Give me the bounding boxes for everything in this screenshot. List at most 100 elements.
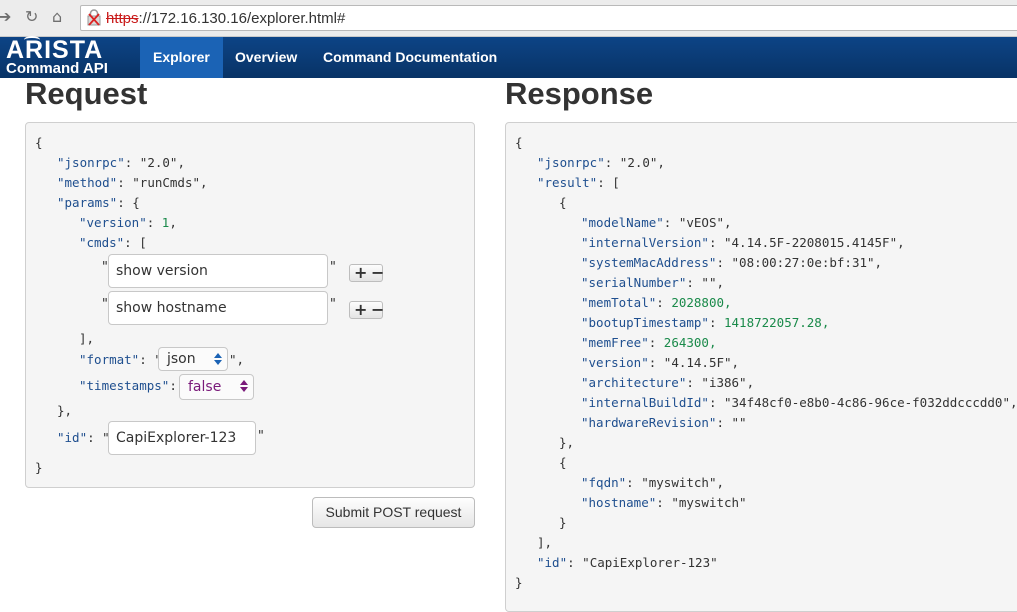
response-value: "myswitch": [671, 495, 747, 510]
req-params-key: "params": [57, 195, 118, 210]
response-value: "08:00:27:0e:bf:31",: [731, 255, 883, 270]
response-value: 1418722057.28,: [724, 315, 830, 330]
url-host-path: ://172.16.130.16/explorer.html#: [138, 10, 346, 27]
req-version-line: "version": 1,: [79, 215, 177, 230]
response-line: "memFree": 264300,: [581, 335, 717, 350]
cmd-input[interactable]: show hostname: [108, 291, 328, 325]
arista-logo[interactable]: ARISTA Command API: [6, 36, 128, 77]
req-params-close: },: [57, 403, 73, 418]
select-arrows-icon: [240, 380, 248, 392]
response-line: "internalBuildId": "34f48cf0-e8b0-4c86-9…: [581, 395, 1017, 410]
response-panel: {"jsonrpc": "2.0", "result": [{"modelName…: [505, 122, 1017, 612]
response-key: "internalVersion": [581, 235, 709, 250]
response-key: "version": [581, 355, 649, 370]
nav-command-documentation[interactable]: Command Documentation: [310, 37, 510, 78]
response-value: "i386",: [701, 375, 755, 390]
req-jsonrpc-key: "jsonrpc": [57, 155, 125, 170]
response-value: }: [559, 515, 567, 530]
minus-icon[interactable]: −: [371, 263, 384, 282]
url-text: https://172.16.130.16/explorer.html#: [106, 10, 345, 28]
response-key: "jsonrpc": [537, 155, 605, 170]
select-arrows-icon: [214, 353, 222, 365]
back-icon[interactable]: ➔: [0, 8, 11, 26]
response-value: }: [515, 575, 523, 590]
response-value: ],: [537, 535, 553, 550]
format-select[interactable]: json: [158, 347, 228, 371]
req-format-key: "format": [79, 352, 140, 367]
response-line: "jsonrpc": "2.0",: [537, 155, 665, 170]
response-value: "": [731, 415, 747, 430]
response-value: {: [559, 195, 567, 210]
request-panel: { "jsonrpc": "2.0", "method": "runCmds",…: [25, 122, 475, 488]
response-key: "memFree": [581, 335, 649, 350]
cmd-quote-close: ": [329, 297, 337, 312]
nav-overview[interactable]: Overview: [222, 37, 310, 78]
response-line: {: [515, 133, 523, 153]
req-id-line: "id": ": [57, 430, 110, 445]
url-scheme: https: [106, 10, 139, 27]
address-bar[interactable]: https://172.16.130.16/explorer.html#: [80, 5, 1017, 31]
response-key: "serialNumber": [581, 275, 687, 290]
req-method-key: "method": [57, 175, 118, 190]
submit-post-request-button[interactable]: Submit POST request: [312, 497, 475, 528]
response-key: "systemMacAddress": [581, 255, 717, 270]
req-method-value: "runCmds": [132, 175, 201, 190]
response-value: "4.14.5F-2208015.4145F",: [724, 235, 905, 250]
response-line: "internalVersion": "4.14.5F-2208015.4145…: [581, 235, 905, 250]
req-timestamps-key: "timestamps": [79, 378, 170, 393]
response-line: "modelName": "vEOS",: [581, 215, 732, 230]
response-line: ],: [537, 533, 552, 553]
req-params-line: "params": {: [57, 195, 140, 210]
response-line: "hostname": "myswitch": [581, 495, 747, 510]
req-format-close: ",: [229, 352, 245, 367]
cmd-add-remove-group: + −: [349, 263, 384, 282]
response-line: },: [559, 433, 574, 453]
response-value: {: [515, 135, 523, 150]
id-input[interactable]: CapiExplorer-123: [108, 421, 256, 455]
req-cmds-close: ],: [79, 331, 95, 346]
response-key: "internalBuildId": [581, 395, 709, 410]
plus-icon[interactable]: +: [354, 263, 367, 282]
response-key: "modelName": [581, 215, 664, 230]
response-key: "architecture": [581, 375, 687, 390]
req-id-key: "id": [57, 430, 88, 445]
id-quote-close: ": [257, 429, 265, 444]
nav-explorer[interactable]: Explorer: [140, 37, 223, 78]
cmd-input[interactable]: show version: [108, 254, 328, 288]
minus-icon[interactable]: −: [371, 300, 384, 319]
req-version-value: 1: [161, 215, 170, 230]
insecure-lock-icon[interactable]: [87, 9, 101, 26]
response-value: "4.14.5F",: [663, 355, 740, 370]
response-value: "2.0",: [619, 155, 665, 170]
response-key: "hardwareRevision": [581, 415, 717, 430]
response-line: "serialNumber": "",: [581, 275, 724, 290]
response-line: "version": "4.14.5F",: [581, 355, 740, 370]
response-line: "hardwareRevision": "": [581, 415, 747, 430]
brand-line2: Command API: [6, 60, 108, 77]
top-navbar: ARISTA Command API Explorer Overview Com…: [0, 36, 1017, 78]
response-value: "34f48cf0-e8b0-4c86-96ce-f032ddcccdd0",: [724, 395, 1017, 410]
response-line: }: [559, 513, 567, 533]
reload-icon[interactable]: ↻: [25, 8, 38, 26]
timestamps-select-value: false: [188, 379, 222, 395]
req-format-line: "format": ": [79, 352, 162, 367]
response-key: "bootupTimestamp": [581, 315, 709, 330]
browser-toolbar: ➔ ↻ ⌂ https://172.16.130.16/explorer.htm…: [0, 0, 1017, 37]
req-open-brace: {: [35, 135, 43, 150]
req-timestamps-line: "timestamps":: [79, 378, 177, 393]
req-cmds-key: "cmds": [79, 235, 125, 250]
response-line: "memTotal": 2028800,: [581, 295, 732, 310]
cmd-quote-close: ": [329, 260, 337, 275]
req-cmds-line: "cmds": [: [79, 235, 147, 250]
format-select-value: json: [167, 351, 196, 367]
request-title: Request: [25, 76, 148, 111]
response-key: "id": [537, 555, 568, 570]
response-line: "systemMacAddress": "08:00:27:0e:bf:31",: [581, 255, 883, 270]
timestamps-select[interactable]: false: [179, 374, 254, 400]
req-jsonrpc-value: "2.0": [139, 155, 178, 170]
response-key: "hostname": [581, 495, 657, 510]
response-value: "",: [701, 275, 724, 290]
plus-icon[interactable]: +: [354, 300, 367, 319]
home-icon[interactable]: ⌂: [52, 8, 62, 26]
response-value: {: [559, 455, 567, 470]
